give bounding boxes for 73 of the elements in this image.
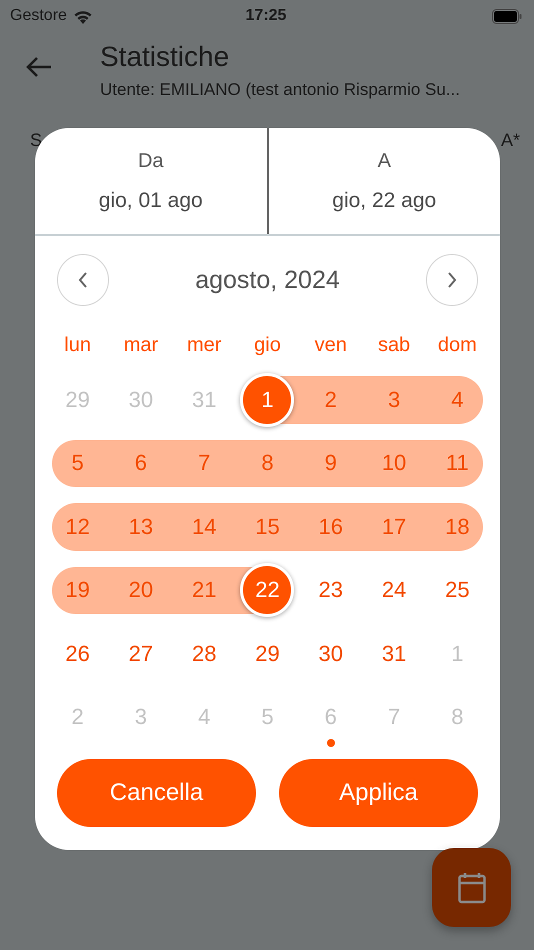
- range-highlight: [52, 440, 110, 487]
- calendar-day[interactable]: 29: [240, 626, 294, 681]
- wifi-icon: [72, 8, 93, 24]
- calendar-day[interactable]: 20: [114, 563, 168, 618]
- weekday-label: lun: [63, 332, 92, 358]
- calendar-day[interactable]: 5: [240, 690, 294, 744]
- range-highlight: [52, 503, 110, 550]
- calendar-day[interactable]: 29: [50, 372, 105, 427]
- clock-time: 17:25: [246, 7, 286, 25]
- calendar-fab[interactable]: [432, 848, 511, 927]
- weekday-label: sab: [376, 332, 412, 358]
- calendar-day[interactable]: 30: [114, 372, 168, 427]
- calendar-day[interactable]: 2: [50, 690, 105, 744]
- calendar-day[interactable]: 8: [240, 436, 294, 490]
- range-date[interactable]: gio, 01 ago: [98, 188, 203, 212]
- calendar-day[interactable]: 25: [430, 563, 484, 618]
- section-label: S: [30, 130, 42, 151]
- calendar-day[interactable]: 1: [430, 626, 484, 681]
- calendar-day[interactable]: 4: [430, 372, 484, 427]
- weekday-label: mar: [122, 332, 160, 358]
- battery-icon: [492, 8, 522, 24]
- dialog-button[interactable]: Cancella: [57, 759, 256, 827]
- calendar-day[interactable]: 19: [50, 563, 105, 618]
- calendar-day[interactable]: 3: [114, 690, 168, 744]
- calendar-day[interactable]: 11: [430, 436, 484, 490]
- section-label: A*: [500, 130, 520, 151]
- calendar-day[interactable]: 14: [177, 500, 232, 554]
- calendar-day[interactable]: 6: [304, 690, 358, 744]
- calendar-day[interactable]: 31: [177, 372, 232, 427]
- range-label: Da: [138, 150, 164, 172]
- calendar-icon: [458, 872, 486, 904]
- weekday-label: gio: [253, 332, 282, 358]
- calendar-day[interactable]: 10: [367, 436, 422, 490]
- calendar-day[interactable]: 8: [430, 690, 484, 744]
- calendar-day[interactable]: 27: [114, 626, 168, 681]
- page-title: Statistiche: [100, 40, 230, 74]
- weekday-label: ven: [314, 332, 348, 358]
- calendar-day[interactable]: 17: [367, 500, 422, 554]
- calendar-day[interactable]: 3: [367, 372, 422, 427]
- calendar-day[interactable]: 4: [177, 690, 232, 744]
- calendar-day[interactable]: 13: [114, 500, 168, 554]
- range-label: A: [378, 150, 391, 172]
- calendar-day[interactable]: 7: [367, 690, 422, 744]
- range-highlight: [426, 440, 483, 487]
- range-date[interactable]: gio, 22 ago: [332, 188, 436, 212]
- month-title: agosto, 2024: [195, 266, 340, 294]
- calendar-day[interactable]: 15: [240, 500, 294, 554]
- calendar-day[interactable]: 28: [177, 626, 232, 681]
- chevron-right-icon: [446, 272, 457, 288]
- calendar-day[interactable]: 7: [177, 436, 232, 490]
- calendar-day[interactable]: 2: [304, 372, 358, 427]
- calendar-day[interactable]: 16: [304, 500, 358, 554]
- calendar-day[interactable]: 9: [304, 436, 358, 490]
- calendar-day[interactable]: 23: [304, 563, 358, 618]
- range-highlight: [426, 376, 483, 424]
- calendar-day[interactable]: 21: [177, 563, 232, 618]
- calendar-day[interactable]: 12: [50, 500, 105, 554]
- calendar-day[interactable]: 31: [367, 626, 422, 681]
- calendar-day[interactable]: 26: [50, 626, 105, 681]
- user-subtitle: Utente: EMILIANO (test antonio Risparmio Su...: [100, 80, 460, 100]
- calendar-day[interactable]: 30: [304, 626, 358, 681]
- calendar-day[interactable]: 6: [114, 436, 168, 490]
- calendar-day[interactable]: 5: [50, 436, 105, 490]
- calendar-day[interactable]: 18: [430, 500, 484, 554]
- range-highlight: [52, 566, 110, 614]
- dialog-button[interactable]: Applica: [279, 759, 478, 827]
- back-arrow-icon[interactable]: [26, 56, 52, 78]
- weekday-label: dom: [436, 332, 478, 358]
- chevron-left-icon: [78, 272, 88, 288]
- carrier-name: Gestore: [10, 7, 67, 25]
- calendar-day[interactable]: 24: [367, 563, 422, 618]
- range-highlight: [426, 503, 483, 550]
- weekday-label: mer: [186, 332, 222, 358]
